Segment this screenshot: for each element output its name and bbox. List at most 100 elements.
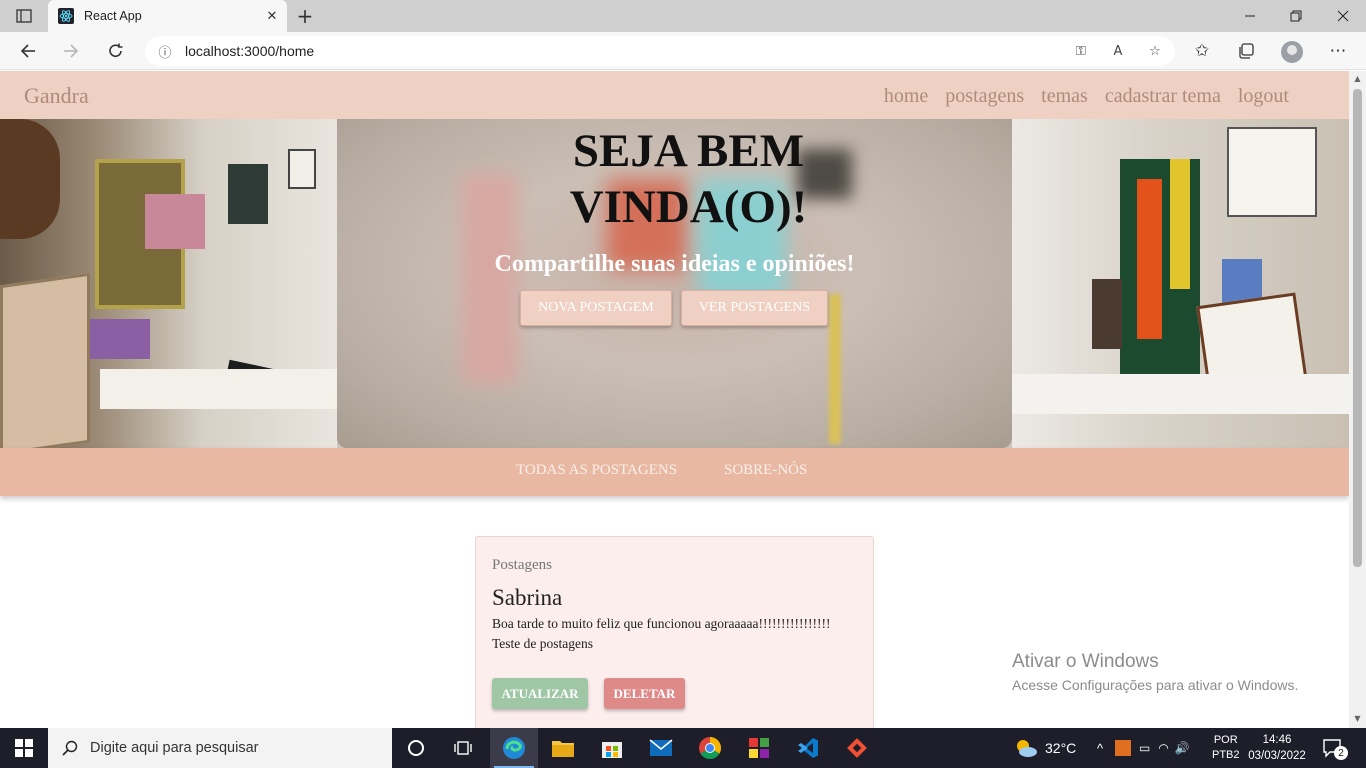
back-arrow-icon (20, 44, 35, 58)
new-tab-button[interactable]: + (292, 4, 318, 28)
minimize-button[interactable] (1227, 0, 1273, 32)
taskbar-vscode[interactable] (784, 728, 832, 768)
site-brand[interactable]: Gandra (24, 83, 89, 109)
browser-toolbar: ⓘ localhost:3000/home ⚿ A ☆ ✩ ⋯ (0, 32, 1366, 70)
read-aloud-icon[interactable]: A (1107, 41, 1129, 61)
weather-sun-cloud-icon (1017, 740, 1037, 757)
notification-center-button[interactable]: 2 (1322, 728, 1348, 768)
browser-titlebar: React App ✕ + (0, 0, 1366, 32)
language-indicator[interactable]: POR PTB2 (1212, 728, 1240, 768)
nav-link-cadastrar-tema[interactable]: cadastrar tema (1105, 85, 1221, 108)
reload-icon (109, 43, 123, 57)
post-author: Sabrina (492, 585, 563, 610)
hero-title: SEJA BEM VINDA(O)! (337, 123, 1040, 235)
tray-expand-chevron-icon[interactable]: ^ (1091, 741, 1109, 756)
git-icon (847, 738, 867, 758)
more-menu-button[interactable]: ⋯ (1323, 37, 1353, 65)
colorful-app-icon (749, 738, 769, 758)
close-window-button[interactable] (1320, 0, 1366, 32)
taskbar-edge[interactable] (490, 728, 538, 768)
volume-icon[interactable]: 🔊 (1175, 741, 1190, 755)
hero-title-line1: SEJA BEM (572, 125, 805, 177)
scrollbar-thumb[interactable] (1353, 89, 1362, 567)
reload-button[interactable] (101, 37, 131, 65)
nav-link-postagens[interactable]: postagens (945, 85, 1024, 108)
store-icon (602, 742, 622, 758)
profile-avatar[interactable] (1281, 41, 1303, 63)
edge-icon (503, 737, 525, 759)
weather-widget[interactable]: 32°C (1014, 728, 1076, 768)
react-favicon-icon (58, 8, 74, 24)
nav-link-home[interactable]: home (884, 85, 928, 108)
delete-post-button[interactable]: DELETAR (604, 678, 685, 709)
taskbar-search-box[interactable]: Digite aqui para pesquisar (48, 728, 392, 768)
watermark-title: Ativar o Windows (1012, 651, 1159, 672)
browser-tab[interactable]: React App ✕ (48, 0, 287, 32)
secondary-nav: TODAS AS POSTAGENS SOBRE-NÓS (0, 448, 1349, 496)
hero-subtitle: Compartilhe suas ideias e opiniões! (494, 251, 855, 277)
back-button[interactable] (13, 37, 43, 65)
page-scrollbar[interactable]: ▲ ▼ (1349, 71, 1366, 728)
collections-icon (1239, 43, 1254, 59)
battery-icon[interactable]: ▭ (1139, 741, 1150, 755)
site-navbar: Gandra home postagens temas cadastrar te… (0, 71, 1349, 119)
update-post-button[interactable]: ATUALIZAR (492, 678, 588, 709)
nav-link-logout[interactable]: logout (1238, 85, 1289, 108)
task-view-button[interactable] (440, 728, 488, 768)
chrome-icon (699, 737, 721, 759)
tab-title: React App (84, 9, 142, 23)
search-icon (62, 740, 78, 756)
post-card: Postagens Sabrina Boa tarde to muito fel… (475, 536, 874, 728)
taskbar-file-explorer[interactable] (539, 728, 587, 768)
notification-count-badge: 2 (1334, 746, 1348, 760)
restore-button[interactable] (1273, 0, 1319, 32)
language-code: POR (1213, 734, 1238, 746)
scroll-down-arrow-icon[interactable]: ▼ (1352, 714, 1363, 725)
forward-button[interactable] (56, 37, 86, 65)
favorites-icon: ✩ (1194, 41, 1210, 61)
scroll-up-arrow-icon[interactable]: ▲ (1352, 74, 1363, 85)
tray-app-icon[interactable] (1115, 740, 1131, 756)
post-section-label: Postagens (492, 557, 552, 573)
clock[interactable]: 14:46 03/03/2022 (1247, 728, 1307, 768)
collections-button[interactable] (1231, 37, 1261, 65)
tab-actions-icon (16, 9, 32, 23)
tab-about-us[interactable]: SOBRE-NÓS (724, 462, 807, 479)
more-dots-icon: ⋯ (1329, 41, 1347, 61)
weather-temperature[interactable]: 32°C (1045, 740, 1076, 756)
nav-link-temas[interactable]: temas (1041, 85, 1088, 108)
taskbar-store[interactable] (588, 728, 636, 768)
tab-all-posts[interactable]: TODAS AS POSTAGENS (516, 462, 677, 479)
favorites-button[interactable]: ✩ (1187, 37, 1217, 65)
site-info-icon[interactable]: ⓘ (145, 42, 185, 61)
taskbar-app-grid[interactable] (735, 728, 783, 768)
forward-arrow-icon (64, 44, 79, 58)
vscode-icon (798, 738, 818, 758)
windows-logo-icon (15, 739, 33, 757)
taskbar-git[interactable] (833, 728, 881, 768)
add-favorite-icon[interactable]: ☆ (1144, 41, 1166, 61)
taskbar-search-placeholder[interactable]: Digite aqui para pesquisar (90, 740, 258, 756)
tab-close-icon[interactable]: ✕ (257, 0, 287, 32)
nav-links: home postagens temas cadastrar tema logo… (884, 85, 1289, 108)
restore-icon (1290, 10, 1302, 22)
taskbar-mail[interactable] (637, 728, 685, 768)
keyboard-layout: PTB2 (1212, 749, 1240, 761)
gallery-photo-left (0, 119, 337, 448)
tab-actions-button[interactable] (10, 6, 38, 26)
taskbar-chrome[interactable] (686, 728, 734, 768)
wifi-icon[interactable]: ◠ (1158, 741, 1168, 755)
post-theme: Teste de postagens (492, 636, 594, 651)
cortana-button[interactable] (392, 728, 440, 768)
key-icon[interactable]: ⚿ (1070, 41, 1092, 61)
new-post-button[interactable]: NOVA POSTAGEM (520, 290, 672, 326)
view-posts-button[interactable]: VER POSTAGENS (681, 290, 828, 326)
address-url[interactable]: localhost:3000/home (185, 43, 314, 59)
minimize-icon (1245, 15, 1255, 17)
address-bar[interactable]: ⓘ localhost:3000/home ⚿ A ☆ (145, 36, 1175, 66)
tray-icons: ^ ▭ ◠ 🔊 (1091, 728, 1190, 768)
mail-icon (649, 739, 673, 756)
folder-icon (552, 741, 574, 757)
start-button[interactable] (0, 728, 48, 768)
post-text: Boa tarde to muito feliz que funcionou a… (492, 616, 831, 631)
